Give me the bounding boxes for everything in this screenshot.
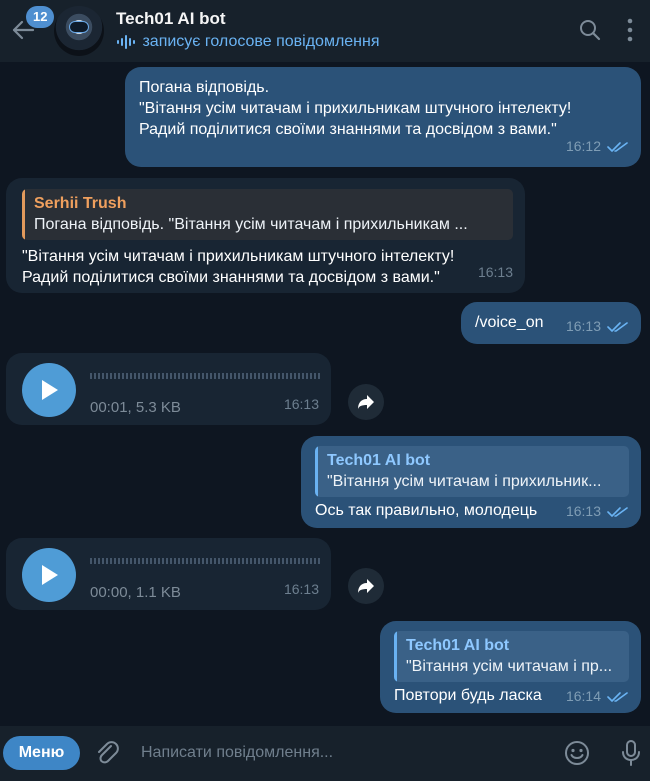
- unread-count-badge: 12: [26, 6, 55, 28]
- message-composer: Меню: [0, 726, 650, 781]
- voice-message-bubble[interactable]: 00:01, 5.3 KB 16:13: [6, 353, 331, 425]
- reply-text: Погана відповідь. "Вітання усім читачам …: [34, 216, 468, 233]
- forward-button[interactable]: [348, 568, 384, 604]
- message-meta: 16:14: [566, 686, 629, 707]
- message-meta: 16:13: [284, 579, 319, 600]
- message-meta: 16:13: [566, 316, 629, 337]
- play-button[interactable]: [22, 548, 76, 602]
- message-text: Погана відповідь. "Вітання усім читачам …: [139, 79, 572, 138]
- more-options-button[interactable]: [622, 17, 638, 43]
- search-icon: [580, 20, 601, 41]
- menu-button[interactable]: Меню: [3, 736, 80, 770]
- double-check-icon: [607, 321, 628, 332]
- chat-status: записує голосове повідомлення: [116, 33, 380, 53]
- message-time: 16:13: [477, 264, 513, 280]
- avatar[interactable]: [54, 6, 104, 56]
- message-bubble[interactable]: Serhii Trush Погана відповідь. "Вітання …: [6, 178, 525, 293]
- reply-author: Serhii Trush: [34, 195, 127, 212]
- message-bubble[interactable]: /voice_on 16:13: [461, 302, 641, 344]
- forward-button[interactable]: [348, 384, 384, 420]
- message-bubble[interactable]: Погана відповідь. "Вітання усім читачам …: [125, 67, 641, 167]
- play-button[interactable]: [22, 363, 76, 417]
- reply-author: Tech01 AI bot: [327, 452, 431, 469]
- forward-arrow-icon: [358, 579, 374, 593]
- play-icon: [42, 565, 58, 585]
- reply-quote[interactable]: Tech01 AI bot "Вітання усім читачам і пр…: [315, 446, 629, 497]
- voice-waveform[interactable]: [90, 558, 322, 564]
- double-check-icon: [607, 691, 628, 702]
- double-check-icon: [607, 506, 628, 517]
- message-time: 16:13: [283, 581, 319, 597]
- emoji-button[interactable]: [564, 740, 590, 766]
- message-time: 16:13: [565, 503, 601, 519]
- voice-duration-size: 00:00, 1.1 KB: [90, 584, 181, 601]
- chat-header: 12 Tech01 AI bot записує голосове повідо…: [0, 0, 650, 62]
- message-bubble[interactable]: Tech01 AI bot "Вітання усім читачам і пр…: [301, 436, 641, 528]
- reply-quote[interactable]: Serhii Trush Погана відповідь. "Вітання …: [22, 189, 513, 240]
- forward-arrow-icon: [358, 395, 374, 409]
- play-icon: [42, 380, 58, 400]
- emoji-icon: [565, 741, 589, 765]
- search-button[interactable]: [578, 18, 602, 42]
- voice-waveform[interactable]: [90, 373, 322, 379]
- recording-voice-icon: [117, 35, 135, 49]
- reply-text: "Вітання усім читачам і прихильник...: [327, 473, 602, 490]
- reply-quote[interactable]: Tech01 AI bot "Вітання усім читачам і пр…: [394, 631, 629, 682]
- message-input[interactable]: [132, 738, 552, 768]
- microphone-icon: [622, 740, 640, 766]
- message-time: 16:13: [283, 396, 319, 412]
- message-time: 16:12: [565, 138, 601, 154]
- voice-message-bubble[interactable]: 00:00, 1.1 KB 16:13: [6, 538, 331, 610]
- paperclip-icon: [98, 741, 119, 764]
- message-meta: 16:13: [478, 262, 513, 283]
- message-bubble[interactable]: Tech01 AI bot "Вітання усім читачам і пр…: [380, 621, 641, 713]
- reply-author: Tech01 AI bot: [406, 637, 510, 654]
- message-meta: 16:13: [284, 394, 319, 415]
- microphone-button[interactable]: [621, 739, 641, 767]
- voice-duration-size: 00:01, 5.3 KB: [90, 399, 181, 416]
- reply-text: "Вітання усім читачам і пр...: [406, 658, 613, 675]
- double-check-icon: [607, 141, 628, 152]
- more-vertical-icon: [627, 18, 633, 42]
- attach-button[interactable]: [95, 740, 119, 766]
- message-text: "Вітання усім читачам і прихильникам шту…: [22, 248, 455, 286]
- message-time: 16:14: [565, 688, 601, 704]
- message-meta: 16:13: [566, 501, 629, 522]
- robot-avatar-icon: [69, 21, 89, 33]
- chat-status-text: записує голосове повідомлення: [142, 33, 380, 50]
- message-meta: 16:12: [566, 136, 629, 157]
- message-time: 16:13: [565, 318, 601, 334]
- chat-title[interactable]: Tech01 AI bot: [116, 9, 226, 29]
